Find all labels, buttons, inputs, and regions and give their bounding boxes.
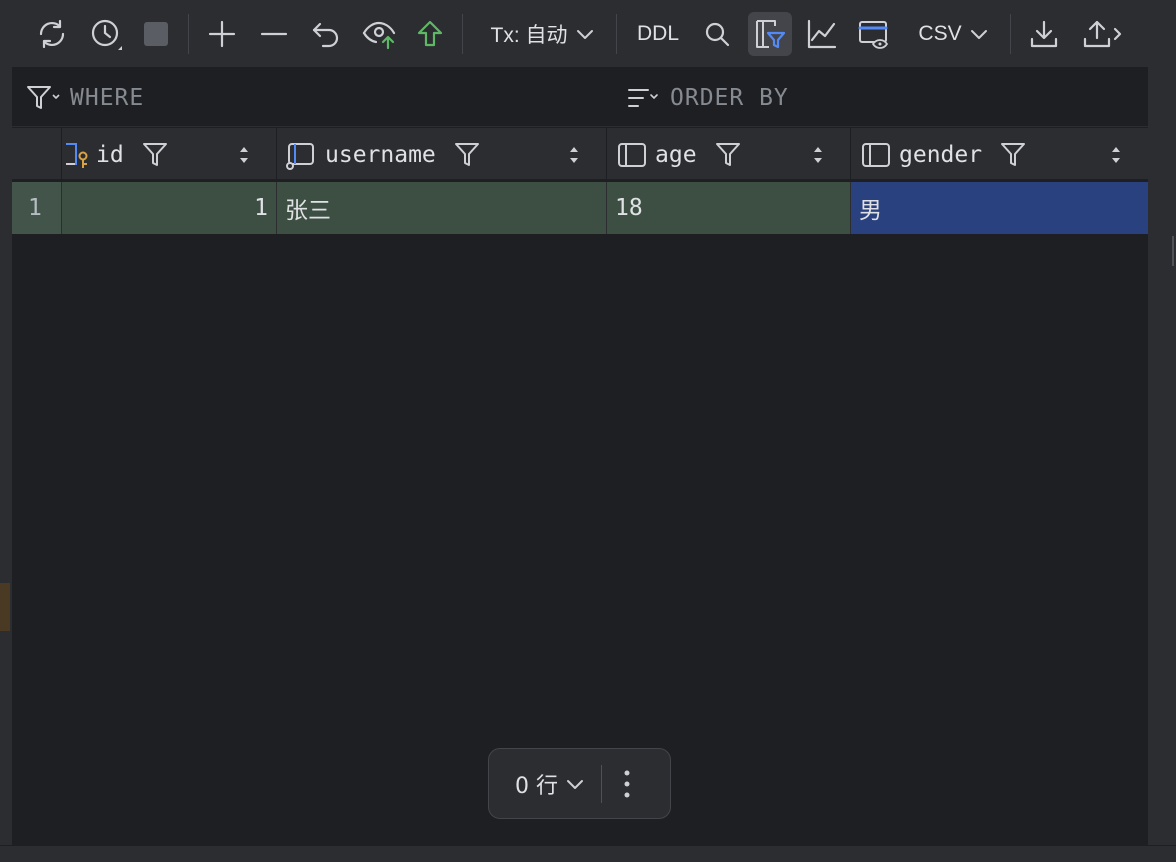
arrow-up-icon bbox=[417, 20, 443, 47]
column-icon bbox=[618, 142, 646, 167]
where-label: WHERE bbox=[70, 85, 145, 111]
transaction-mode-label: Tx: 自动 bbox=[490, 24, 568, 47]
plus-icon bbox=[208, 20, 236, 48]
card-eye-icon bbox=[858, 21, 888, 49]
add-row-button[interactable] bbox=[202, 12, 242, 56]
column-name: age bbox=[655, 141, 697, 168]
filter-icon bbox=[454, 142, 479, 166]
data-editor-panel: Tx: 自动 DDL CSV WHERE ORDER BY id usernam… bbox=[12, 0, 1148, 845]
value-viewer-button[interactable] bbox=[854, 12, 894, 56]
column-header-gender[interactable]: gender bbox=[851, 128, 1148, 181]
cell-id[interactable]: 1 bbox=[62, 182, 277, 234]
column-icon bbox=[286, 142, 314, 170]
ddl-button[interactable]: DDL bbox=[630, 12, 686, 56]
filter-icon bbox=[715, 142, 740, 166]
sort-toggle-icon[interactable] bbox=[238, 145, 250, 165]
row-count-label: 0 行 bbox=[515, 773, 558, 799]
where-filter-input[interactable]: WHERE bbox=[26, 69, 144, 127]
toolbar-separator bbox=[1010, 14, 1011, 54]
table-row[interactable]: 1 1 张三 18 男 bbox=[12, 182, 1148, 236]
chevron-down-icon bbox=[970, 30, 987, 39]
column-filter-button[interactable] bbox=[454, 141, 480, 169]
sort-toggle-icon[interactable] bbox=[1110, 145, 1122, 165]
delete-row-button[interactable] bbox=[254, 12, 294, 56]
toolbar-separator bbox=[462, 14, 463, 54]
column-name: username bbox=[325, 141, 436, 168]
toolbar-separator bbox=[616, 14, 617, 54]
filter-toggle-button[interactable] bbox=[748, 12, 792, 56]
stop-button[interactable] bbox=[138, 12, 174, 56]
filter-icon bbox=[142, 142, 167, 166]
history-button[interactable] bbox=[86, 12, 126, 56]
filter-icon bbox=[1001, 142, 1026, 166]
sort-toggle-icon[interactable] bbox=[812, 145, 824, 165]
export-format-label: CSV bbox=[918, 22, 962, 45]
line-chart-icon bbox=[807, 19, 837, 49]
eye-upload-icon bbox=[362, 21, 396, 50]
refresh-button[interactable] bbox=[32, 12, 72, 56]
sort-dropdown-icon bbox=[628, 89, 658, 107]
table-filter-icon bbox=[756, 20, 786, 49]
chart-button[interactable] bbox=[802, 12, 842, 56]
gutter-marker bbox=[0, 583, 10, 631]
column-icon bbox=[862, 142, 890, 167]
status-bar bbox=[0, 845, 1176, 862]
chevron-down-icon bbox=[567, 779, 583, 789]
scrollbar-thumb[interactable] bbox=[1172, 236, 1174, 266]
more-options-button[interactable] bbox=[623, 769, 631, 803]
undo-icon bbox=[312, 22, 339, 48]
column-filter-button[interactable] bbox=[142, 141, 168, 169]
column-header-id[interactable]: id bbox=[62, 128, 277, 181]
more-vertical-icon bbox=[624, 770, 630, 798]
row-number[interactable]: 1 bbox=[12, 182, 62, 234]
column-filter-button[interactable] bbox=[715, 141, 741, 169]
cell-username[interactable]: 张三 bbox=[277, 182, 607, 234]
upload-more-icon bbox=[1083, 20, 1122, 48]
row-number-header[interactable] bbox=[12, 128, 62, 181]
cell-age[interactable]: 18 bbox=[607, 182, 851, 234]
download-icon bbox=[1030, 20, 1058, 48]
order-by-input[interactable]: ORDER BY bbox=[626, 69, 789, 127]
stop-icon bbox=[144, 22, 168, 46]
column-name: gender bbox=[899, 141, 983, 168]
column-name: id bbox=[96, 141, 124, 168]
minus-icon bbox=[260, 32, 288, 36]
search-icon bbox=[705, 22, 730, 47]
row-count-panel: 0 行 bbox=[488, 748, 671, 819]
left-gutter bbox=[0, 0, 12, 862]
column-header-age[interactable]: age bbox=[607, 128, 851, 181]
submit-button[interactable] bbox=[412, 12, 448, 56]
column-filter-button[interactable] bbox=[1000, 141, 1026, 169]
row-count-dropdown[interactable]: 0 行 bbox=[489, 768, 584, 800]
cell-gender[interactable]: 男 bbox=[851, 182, 1148, 234]
ddl-label: DDL bbox=[636, 22, 679, 45]
refresh-icon bbox=[39, 19, 65, 49]
column-header-username[interactable]: username bbox=[277, 128, 607, 181]
toolbar-separator bbox=[188, 14, 189, 54]
clock-icon bbox=[91, 19, 122, 50]
pill-separator bbox=[601, 765, 602, 803]
transaction-mode-dropdown[interactable]: Tx: 自动 bbox=[482, 12, 602, 56]
right-gutter bbox=[1148, 0, 1176, 862]
search-button[interactable] bbox=[698, 12, 736, 56]
filter-bar: WHERE ORDER BY bbox=[12, 69, 1148, 127]
order-by-label: ORDER BY bbox=[670, 85, 789, 111]
filter-dropdown-icon bbox=[27, 86, 60, 109]
table-header: id username age gender bbox=[12, 128, 1148, 181]
chevron-down-icon bbox=[576, 30, 593, 39]
primary-key-column-icon bbox=[66, 142, 88, 168]
export-format-dropdown[interactable]: CSV bbox=[908, 12, 998, 56]
download-button[interactable] bbox=[1024, 12, 1064, 56]
revert-button[interactable] bbox=[306, 12, 346, 56]
sort-toggle-icon[interactable] bbox=[568, 145, 580, 165]
toolbar: Tx: 自动 DDL CSV bbox=[12, 0, 1148, 68]
export-button[interactable] bbox=[1078, 12, 1128, 56]
preview-changes-button[interactable] bbox=[358, 12, 402, 56]
